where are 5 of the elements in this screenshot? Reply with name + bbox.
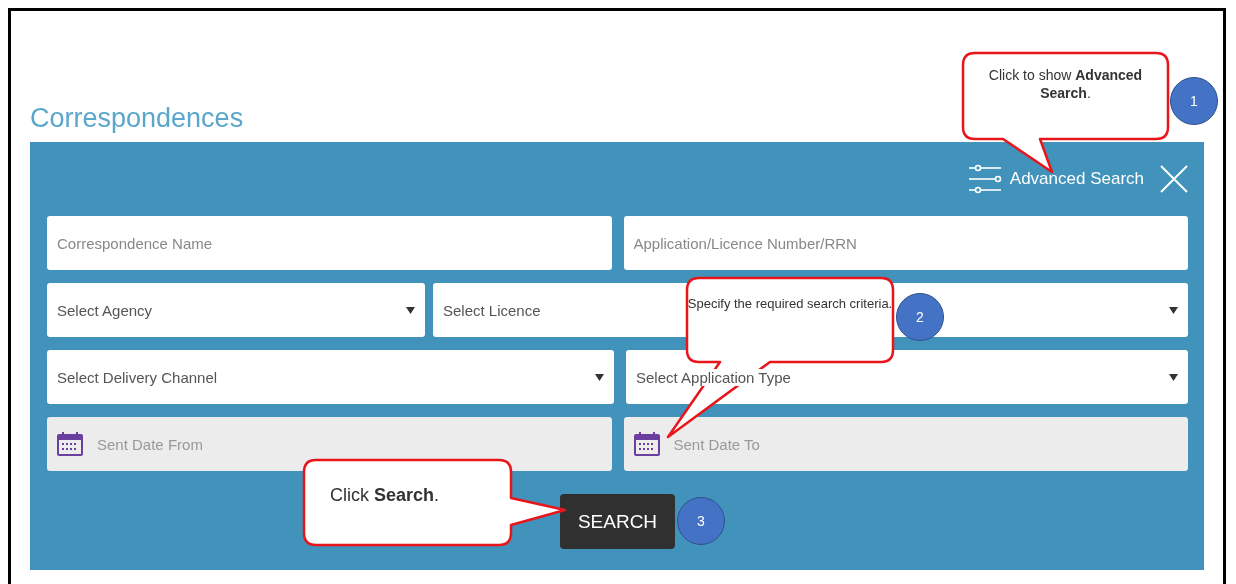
page-title: Correspondences: [30, 102, 244, 134]
callout-text: Click Search.: [330, 485, 440, 505]
callout-text: Click to show Advanced Search.: [988, 67, 1143, 102]
callout-text: Specify the required search criteria.: [687, 296, 893, 311]
step-badge: 1: [1170, 77, 1218, 125]
